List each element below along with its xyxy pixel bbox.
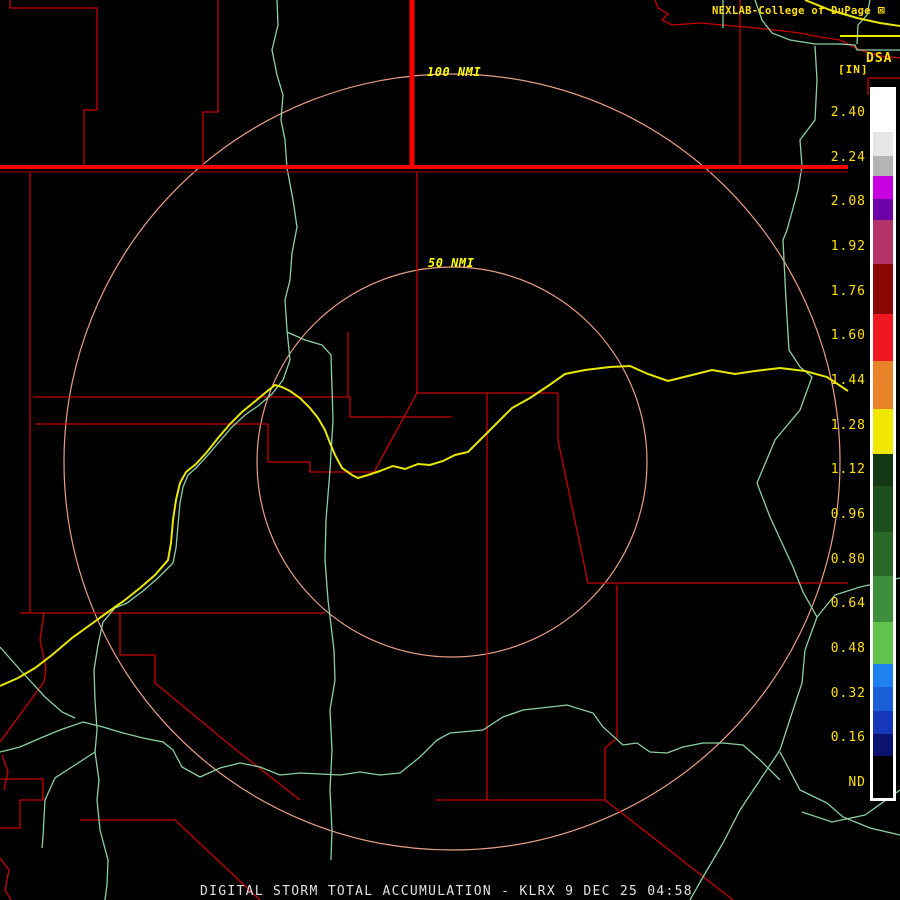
colorbar-value-label: 1.44 bbox=[830, 373, 866, 389]
colorbar-segment bbox=[873, 409, 893, 454]
brand-banner: NEXLAB-College of DuPage ⊠ bbox=[712, 3, 885, 17]
colorbar-value-label: 2.24 bbox=[830, 149, 866, 165]
radar-map-canvas bbox=[0, 0, 900, 900]
product-code-label: DSA bbox=[866, 51, 893, 66]
state-borders bbox=[0, 0, 848, 173]
colorbar-segment bbox=[873, 711, 893, 734]
colorbar-value-label: 1.28 bbox=[830, 417, 866, 433]
range-ring-100nmi bbox=[63, 73, 841, 851]
colorbar-segment bbox=[873, 176, 893, 199]
colorbar-value-label: 1.92 bbox=[830, 239, 866, 254]
colorbar-segment bbox=[873, 361, 893, 409]
colorbar-segment bbox=[873, 687, 893, 711]
product-units-label: [IN] bbox=[838, 63, 869, 76]
colorbar-value-label: 0.64 bbox=[830, 596, 866, 612]
colorbar-value-label: 0.48 bbox=[830, 641, 866, 657]
colorbar-value-label: 2.40 bbox=[830, 105, 866, 120]
range-ring-label-50nmi: 50 NMI bbox=[428, 256, 475, 270]
colorbar-segment bbox=[873, 756, 893, 798]
colorbar-value-label: ND bbox=[848, 775, 866, 791]
colorbar-segment bbox=[873, 199, 893, 220]
colorbar-segment bbox=[873, 264, 893, 314]
colorbar-segment bbox=[873, 90, 893, 132]
colorbar-segment bbox=[873, 734, 893, 756]
colorbar-segment bbox=[873, 156, 893, 176]
colorbar-segment bbox=[873, 220, 893, 264]
colorbar-value-label: 2.08 bbox=[830, 194, 866, 210]
brand-logo-icon: ⊠ bbox=[877, 3, 886, 17]
range-ring-label-100nmi: 100 NMI bbox=[427, 65, 482, 79]
colorbar-segment bbox=[873, 314, 893, 361]
colorbar bbox=[870, 87, 896, 801]
colorbar-segment bbox=[873, 576, 893, 622]
status-bar-title: DIGITAL STORM TOTAL ACCUMULATION - KLRX … bbox=[200, 884, 693, 899]
range-ring-50nmi bbox=[256, 266, 648, 658]
colorbar-segment bbox=[873, 486, 893, 532]
colorbar-segment bbox=[873, 532, 893, 576]
colorbar-value-label: 0.32 bbox=[830, 685, 866, 701]
colorbar-value-label: 0.16 bbox=[830, 730, 866, 746]
colorbar-value-label: 1.76 bbox=[830, 283, 866, 299]
colorbar-segment bbox=[873, 454, 893, 486]
colorbar-value-label: 1.60 bbox=[830, 328, 866, 344]
colorbar-segment bbox=[873, 622, 893, 664]
colorbar-segment bbox=[873, 664, 893, 687]
colorbar-value-label: 0.96 bbox=[830, 507, 866, 523]
radar-display: NEXLAB-College of DuPage ⊠ DSA [IN] 100 … bbox=[0, 0, 900, 900]
brand-text: NEXLAB-College of DuPage bbox=[712, 5, 871, 17]
colorbar-value-label: 0.80 bbox=[830, 551, 866, 567]
colorbar-segment bbox=[873, 132, 893, 156]
rivers bbox=[0, 0, 900, 900]
colorbar-value-label: 1.12 bbox=[830, 462, 866, 478]
